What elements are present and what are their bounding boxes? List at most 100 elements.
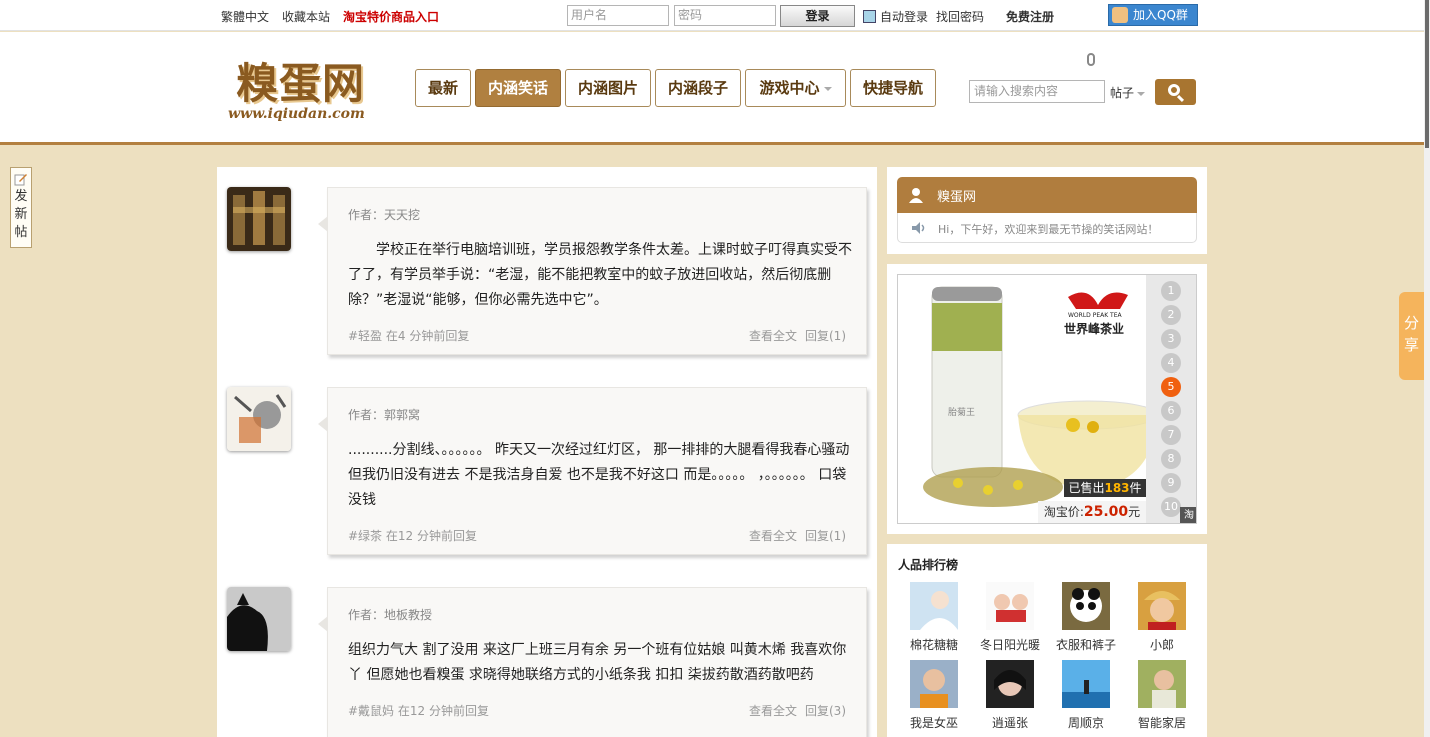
- new-post-float-button[interactable]: 发新帖: [10, 167, 32, 248]
- chevron-down-icon: [823, 86, 832, 91]
- search-type-select[interactable]: 帖子: [1110, 84, 1146, 101]
- ranking-user[interactable]: 衣服和裤子: [1048, 582, 1124, 653]
- post-card: 作者：地板教授 组织力气大 割了没用 来这厂上班三月有余 另一个班有位姑娘 叫黄…: [318, 587, 867, 737]
- bookmark-site-link[interactable]: 收藏本站: [282, 8, 330, 25]
- ranking-user-name: 衣服和裤子: [1055, 638, 1116, 652]
- ad-carousel[interactable]: 胎菊王 WORLD PEAK TEA 世界峰茶业 1 2 3 4 5 6 7 8: [897, 274, 1197, 524]
- username-input[interactable]: 用户名: [567, 5, 669, 26]
- share-label: 分享: [1404, 314, 1420, 354]
- post-card-pointer: [318, 216, 328, 232]
- speaker-icon: [912, 222, 925, 234]
- brand-chinese: 世界峰茶业: [1064, 321, 1124, 336]
- site-logo[interactable]: 糗蛋网 www.iqiudan.com: [226, 46, 390, 130]
- post-avatar[interactable]: [227, 387, 291, 451]
- nav-latest[interactable]: 最新: [415, 69, 471, 107]
- user-avatar: [1062, 660, 1110, 708]
- share-float-button[interactable]: 分享: [1399, 292, 1424, 380]
- post-last-reply: #绿茶 在12 分钟前回复: [348, 529, 477, 543]
- login-button[interactable]: 登录: [780, 5, 855, 27]
- post-avatar[interactable]: [227, 587, 291, 651]
- join-qq-group-button[interactable]: 加入QQ群: [1108, 4, 1198, 26]
- ranking-user-name: 我是女巫: [909, 716, 958, 730]
- taobao-icon: 淘: [1180, 507, 1196, 523]
- user-avatar: [910, 660, 958, 708]
- register-link[interactable]: 免费注册: [1006, 8, 1054, 25]
- price-unit: 元: [1128, 505, 1141, 519]
- ad-page-2[interactable]: 2: [1161, 305, 1181, 325]
- ad-page-9[interactable]: 9: [1161, 473, 1181, 493]
- post-card-pointer: [318, 416, 328, 432]
- ranking-user[interactable]: 冬日阳光暖: [972, 582, 1048, 653]
- logo-url: www.iqiudan.com: [228, 106, 365, 122]
- user-avatar: [1138, 582, 1186, 630]
- site-welcome-box: 糗蛋网 Hi，下午好，欢迎来到最无节操的笑话网站！: [887, 167, 1207, 254]
- ad-page-1[interactable]: 1: [1161, 281, 1181, 301]
- nav-snippets[interactable]: 内涵段子: [655, 69, 741, 107]
- price-label: 淘宝价:: [1043, 505, 1084, 519]
- reply-link[interactable]: 回复(1): [805, 329, 846, 343]
- avatar-image: [227, 587, 291, 651]
- post-author[interactable]: 作者：天天挖: [348, 206, 420, 223]
- nav-images[interactable]: 内涵图片: [565, 69, 651, 107]
- ranking-user-name: 智能家居: [1137, 716, 1186, 730]
- product-name: 胎菊王: [948, 406, 975, 418]
- ranking-user[interactable]: 小郎: [1124, 582, 1200, 653]
- ranking-user-name: 棉花糖糖: [909, 638, 958, 652]
- ad-page-4[interactable]: 4: [1161, 353, 1181, 373]
- post-avatar[interactable]: [227, 187, 291, 251]
- ad-page-7[interactable]: 7: [1161, 425, 1181, 445]
- site-box-name: 糗蛋网: [937, 190, 977, 205]
- qq-people-icon: [1112, 7, 1128, 23]
- avatar-image: [227, 187, 291, 251]
- nav-game-center[interactable]: 游戏中心: [745, 69, 846, 107]
- top-bar: 繁體中文 收藏本站 淘宝特价商品入口 用户名 密码 登录 自动登录 找回密码 免…: [0, 0, 1424, 31]
- logo-text: 糗蛋网: [236, 59, 366, 108]
- view-full-link[interactable]: 查看全文: [749, 704, 797, 718]
- user-icon: [909, 188, 923, 203]
- ranking-title: 人品排行榜: [898, 558, 959, 572]
- post-card-pointer: [318, 616, 328, 632]
- sold-count: 183: [1104, 481, 1130, 495]
- ad-page-8[interactable]: 8: [1161, 449, 1181, 469]
- ranking-user[interactable]: 棉花糖糖: [896, 582, 972, 653]
- nav-quick-nav[interactable]: 快捷导航: [850, 69, 936, 107]
- join-qq-group-label: 加入QQ群: [1133, 8, 1188, 22]
- ad-page-10[interactable]: 10: [1161, 497, 1181, 517]
- scrollbar-thumb[interactable]: [1425, 0, 1429, 148]
- nav-jokes[interactable]: 内涵笑话: [475, 69, 561, 107]
- taobao-entry-link[interactable]: 淘宝特价商品入口: [343, 8, 439, 25]
- site-greeting: Hi，下午好，欢迎来到最无节操的笑话网站！: [897, 213, 1197, 243]
- user-avatar: [910, 582, 958, 630]
- ranking-user[interactable]: 我是女巫: [896, 660, 972, 731]
- traditional-chinese-link[interactable]: 繁體中文: [221, 8, 269, 25]
- view-full-link[interactable]: 查看全文: [749, 529, 797, 543]
- search-input[interactable]: 请输入搜索内容: [969, 80, 1105, 103]
- ranking-user[interactable]: 周顺京: [1048, 660, 1124, 731]
- sold-prefix: 已售出: [1068, 481, 1105, 495]
- microphone-icon[interactable]: [1087, 53, 1095, 66]
- post-actions: 查看全文 回复(3): [741, 702, 846, 719]
- user-avatar: [986, 660, 1034, 708]
- user-avatar: [986, 582, 1034, 630]
- ad-box: 胎菊王 WORLD PEAK TEA 世界峰茶业 1 2 3 4 5 6 7 8: [887, 264, 1207, 534]
- post-text: ..........分割线、。。。。。。 昨天又一次经过红灯区， 那一排排的大腿…: [348, 442, 850, 508]
- forgot-password-link[interactable]: 找回密码: [936, 8, 984, 25]
- post-card: 作者：天天挖 学校正在举行电脑培训班，学员报怨教学条件太差。上课时蚊子叮得真实受…: [318, 187, 867, 355]
- ranking-user[interactable]: 逍遥张: [972, 660, 1048, 731]
- view-full-link[interactable]: 查看全文: [749, 329, 797, 343]
- reply-link[interactable]: 回复(3): [805, 704, 846, 718]
- auto-login-checkbox[interactable]: [863, 10, 876, 23]
- ad-page-3[interactable]: 3: [1161, 329, 1181, 349]
- ranking-user[interactable]: 智能家居: [1124, 660, 1200, 731]
- ad-page-5[interactable]: 5: [1161, 377, 1181, 397]
- ranking-user-name: 冬日阳光暖: [979, 638, 1040, 652]
- reply-link[interactable]: 回复(1): [805, 529, 846, 543]
- password-input[interactable]: 密码: [674, 5, 776, 26]
- pencil-icon: [14, 174, 27, 186]
- search-button[interactable]: [1155, 79, 1196, 105]
- post-author[interactable]: 作者：地板教授: [348, 606, 432, 623]
- post-last-reply: #戴鼠妈 在12 分钟前回复: [348, 704, 489, 718]
- post-list: 作者：天天挖 学校正在举行电脑培训班，学员报怨教学条件太差。上课时蚊子叮得真实受…: [217, 167, 877, 737]
- ad-page-6[interactable]: 6: [1161, 401, 1181, 421]
- post-author[interactable]: 作者：郭郭窝: [348, 406, 420, 423]
